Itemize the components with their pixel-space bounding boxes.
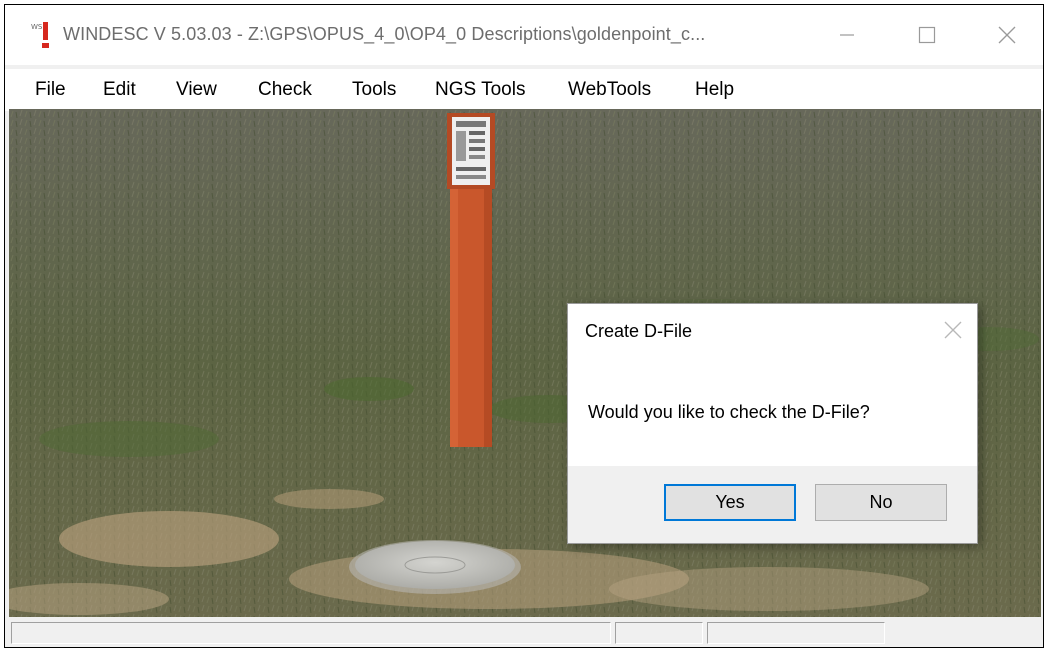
dialog-button-bar: Yes No <box>568 466 977 543</box>
close-icon <box>944 321 962 339</box>
menu-tools[interactable]: Tools <box>352 79 396 101</box>
menu-check[interactable]: Check <box>258 79 312 101</box>
maximize-icon <box>918 26 936 44</box>
status-bar <box>5 617 1043 647</box>
menu-bar: File Edit View Check Tools NGS Tools Web… <box>5 69 1043 111</box>
title-bar[interactable]: WS WINDESC V 5.03.03 - Z:\GPS\OPUS_4_0\O… <box>5 5 1043 65</box>
svg-text:WS: WS <box>31 23 43 31</box>
dialog-title: Create D-File <box>585 321 693 341</box>
yes-button[interactable]: Yes <box>664 484 796 521</box>
close-icon <box>998 26 1016 44</box>
create-dfile-dialog: Create D-File Would you like to check th… <box>567 303 978 544</box>
maximize-button[interactable] <box>887 5 967 65</box>
menu-edit[interactable]: Edit <box>103 79 136 101</box>
dialog-message: Would you like to check the D-File? <box>588 402 870 422</box>
status-pane-main <box>11 622 611 644</box>
survey-disk <box>355 541 515 589</box>
window-title: WINDESC V 5.03.03 - Z:\GPS\OPUS_4_0\OP4_… <box>63 24 706 44</box>
no-button[interactable]: No <box>815 484 947 521</box>
app-window: WS WINDESC V 5.03.03 - Z:\GPS\OPUS_4_0\O… <box>4 4 1044 648</box>
minimize-button[interactable] <box>807 5 887 65</box>
status-pane-2 <box>615 622 703 644</box>
menu-view[interactable]: View <box>176 79 217 101</box>
yes-button-label: Yes <box>715 492 745 512</box>
menu-webtools[interactable]: WebTools <box>568 79 651 101</box>
status-pane-3 <box>707 622 885 644</box>
windesc-app-icon: WS <box>31 19 55 51</box>
no-button-label: No <box>869 492 893 512</box>
menu-help[interactable]: Help <box>695 79 734 101</box>
dialog-close-button[interactable] <box>943 320 963 340</box>
menu-ngs-tools[interactable]: NGS Tools <box>435 79 525 101</box>
close-button[interactable] <box>967 5 1043 65</box>
menu-file[interactable]: File <box>35 79 66 101</box>
minimize-icon <box>840 34 854 36</box>
